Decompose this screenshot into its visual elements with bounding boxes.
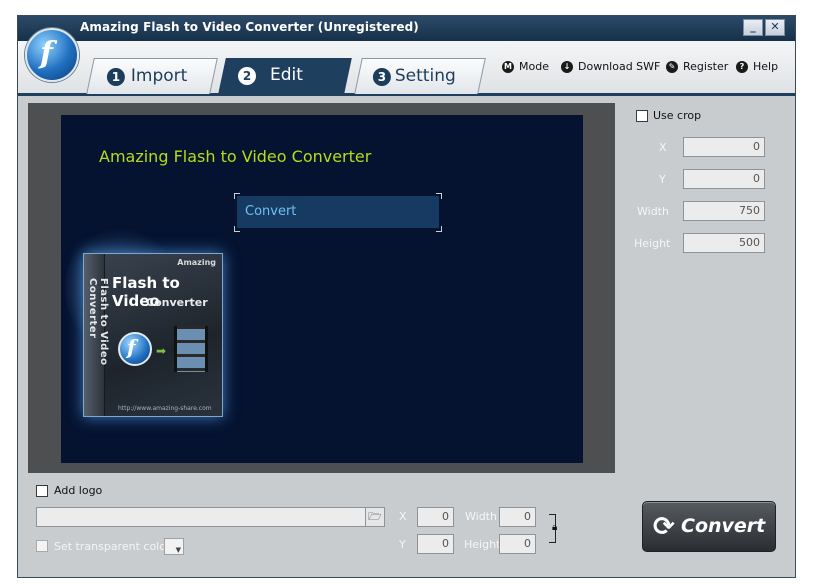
register-icon: ✎ bbox=[666, 60, 678, 73]
box-brand: Amazing bbox=[177, 258, 216, 267]
logo-path-field[interactable] bbox=[36, 507, 385, 527]
crop-width-label: Width bbox=[637, 205, 669, 218]
box-subtitle: Converter bbox=[146, 296, 208, 309]
logo-x-label: X bbox=[399, 510, 407, 523]
logo-y-field[interactable]: 0 bbox=[417, 534, 454, 554]
arrow-right-icon: ➡ bbox=[156, 344, 167, 358]
logo-y-label: Y bbox=[399, 538, 406, 551]
download-swf-label: Download SWF bbox=[578, 60, 661, 73]
app-window: Amazing Flash to Video Converter (Unregi… bbox=[17, 15, 796, 578]
box-spine-text: Flash to Video Converter bbox=[87, 278, 109, 366]
help-link[interactable]: ? Help bbox=[736, 60, 778, 73]
crop-y-label: Y bbox=[659, 173, 666, 186]
tab-import-number: 1 bbox=[106, 68, 125, 86]
logo-height-label: Height bbox=[464, 538, 501, 551]
color-picker-swatch[interactable]: ▼ bbox=[164, 538, 184, 555]
crop-width-field[interactable]: 750 bbox=[683, 201, 765, 221]
refresh-icon: ⟳ bbox=[653, 512, 675, 542]
tab-import-label: Import bbox=[130, 66, 188, 86]
tab-edit[interactable]: 2 Edit bbox=[218, 58, 352, 94]
film-strip-icon bbox=[174, 326, 208, 372]
box-spine: Flash to Video Converter bbox=[84, 254, 109, 416]
download-icon: ↓ bbox=[561, 60, 573, 73]
crop-height-field[interactable]: 500 bbox=[683, 233, 765, 253]
product-box-image: Flash to Video Converter Amazing Flash t… bbox=[83, 253, 223, 417]
register-label: Register bbox=[683, 60, 729, 73]
use-crop-label: Use crop bbox=[653, 109, 702, 122]
tab-setting-label: Setting bbox=[394, 66, 456, 86]
logo-width-field[interactable]: 0 bbox=[499, 507, 536, 527]
logo-x-field[interactable]: 0 bbox=[417, 507, 454, 527]
help-label: Help bbox=[753, 60, 779, 73]
selection-corner-bl bbox=[234, 226, 240, 232]
tab-import[interactable]: 1 Import bbox=[86, 58, 218, 94]
add-logo-label: Add logo bbox=[54, 484, 103, 497]
mode-link[interactable]: M Mode bbox=[502, 60, 549, 73]
tab-edit-number: 2 bbox=[238, 67, 256, 85]
tab-setting[interactable]: 3 Setting bbox=[354, 58, 486, 94]
tab-edit-label: Edit bbox=[270, 65, 303, 85]
mode-icon: M bbox=[502, 60, 514, 73]
stage-title: Amazing Flash to Video Converter bbox=[99, 147, 372, 166]
transparent-color-checkbox[interactable] bbox=[36, 540, 48, 552]
minimize-button[interactable]: _ bbox=[743, 19, 763, 36]
flash-logo-icon: f bbox=[118, 332, 152, 366]
download-swf-link[interactable]: ↓ Download SWF bbox=[561, 60, 660, 73]
crop-height-label: Height bbox=[634, 237, 671, 250]
crop-x-field[interactable]: 0 bbox=[683, 137, 765, 157]
use-crop-checkbox[interactable] bbox=[636, 110, 648, 122]
crop-y-field[interactable]: 0 bbox=[683, 169, 765, 189]
selection-corner-tr bbox=[436, 193, 442, 199]
selection-corner-br bbox=[436, 226, 442, 232]
close-button[interactable]: ✕ bbox=[765, 19, 785, 36]
mode-label: Mode bbox=[519, 60, 549, 73]
dropdown-arrow-icon: ▼ bbox=[175, 546, 181, 554]
title-bar: Amazing Flash to Video Converter (Unregi… bbox=[18, 16, 795, 41]
logo-height-field[interactable]: 0 bbox=[499, 534, 536, 554]
app-logo-icon: f bbox=[25, 28, 79, 82]
box-url: http://www.amazing-share.com bbox=[118, 405, 212, 412]
window-title: Amazing Flash to Video Converter (Unregi… bbox=[80, 20, 419, 34]
flash-stage[interactable]: Amazing Flash to Video Converter Convert… bbox=[61, 115, 583, 463]
lock-icon[interactable]: 🔒︎ bbox=[552, 522, 557, 533]
help-icon: ? bbox=[736, 60, 748, 73]
preview-panel: Amazing Flash to Video Converter Convert… bbox=[28, 103, 615, 473]
add-logo-checkbox[interactable] bbox=[36, 485, 48, 497]
selection-corner-tl bbox=[234, 193, 240, 199]
browse-folder-icon[interactable]: 🗁 bbox=[365, 508, 384, 526]
register-link[interactable]: ✎ Register bbox=[666, 60, 728, 73]
logo-width-label: Width bbox=[465, 510, 497, 523]
tab-setting-number: 3 bbox=[372, 68, 391, 86]
transparent-color-label: Set transparent color bbox=[54, 540, 171, 553]
stage-convert-button[interactable]: Convert bbox=[237, 196, 439, 228]
convert-button-label: Convert bbox=[681, 515, 766, 537]
convert-button[interactable]: ⟳ Convert bbox=[642, 501, 776, 552]
crop-x-label: X bbox=[659, 141, 667, 154]
